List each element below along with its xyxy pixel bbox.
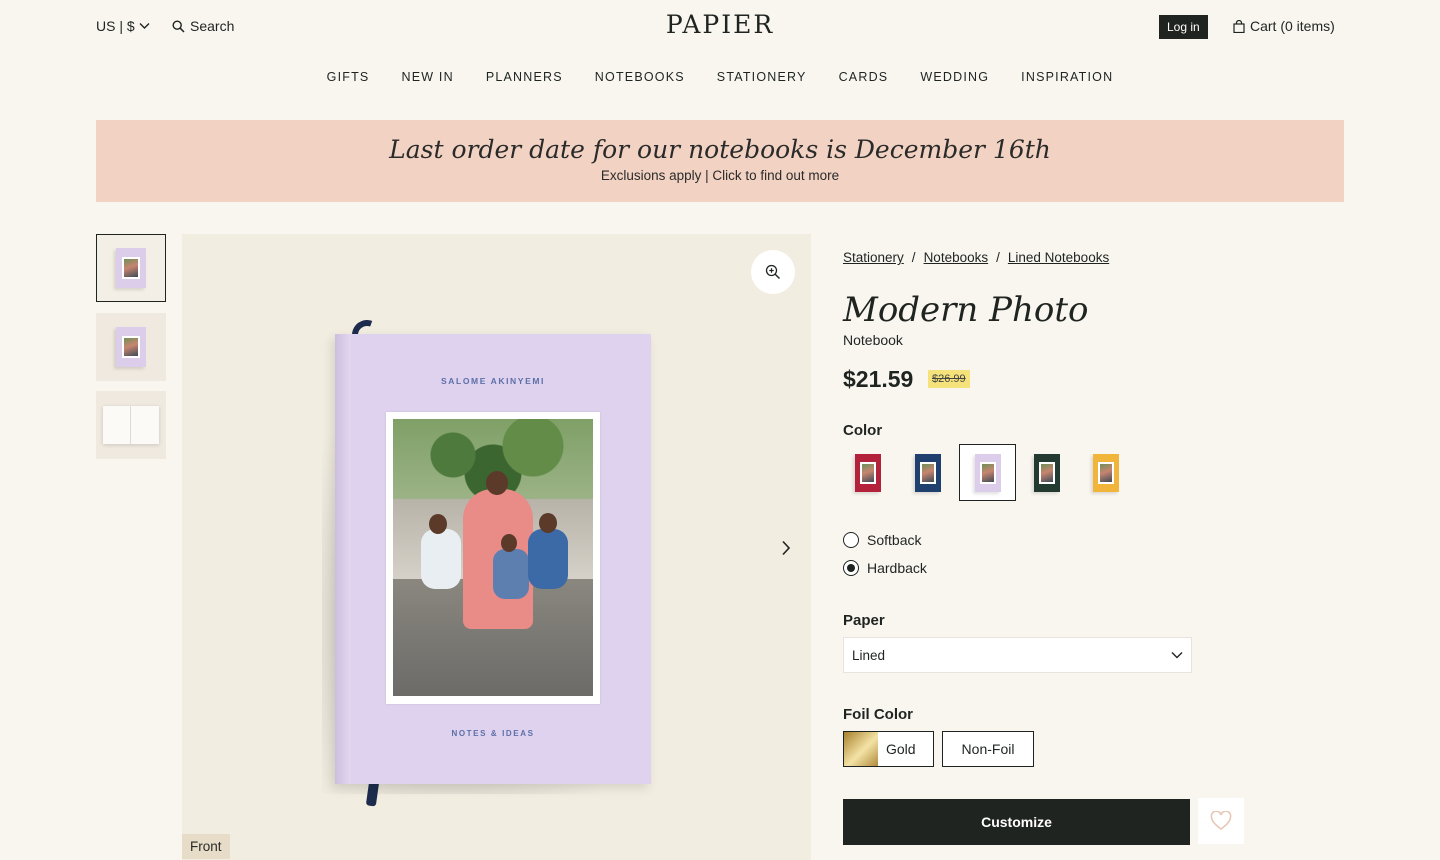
chevron-down-icon [139, 23, 150, 29]
product-subtitle: Notebook [843, 332, 903, 348]
cover-footer: NOTES & IDEAS [451, 729, 535, 738]
breadcrumb: Stationery / Notebooks / Lined Notebooks [843, 250, 1109, 265]
binding-option-softback[interactable]: Softback [843, 532, 921, 548]
heart-icon [1210, 811, 1232, 830]
foil-option-label: Non-Foil [961, 741, 1015, 757]
zoom-in-icon [765, 264, 780, 279]
banner-subtitle: Exclusions apply | Click to find out mor… [600, 168, 840, 183]
search-icon [172, 19, 185, 33]
login-button[interactable]: Log in [1159, 15, 1208, 39]
cover-photo-frame [386, 412, 600, 704]
swatch-image [854, 453, 881, 492]
swatch-image [914, 453, 941, 492]
color-swatch-navy[interactable] [899, 444, 956, 501]
cart-label: Cart (0 items) [1250, 18, 1335, 34]
binding-option-label: Hardback [867, 560, 927, 576]
nav-item-inspiration[interactable]: INSPIRATION [1021, 70, 1113, 84]
breadcrumb-separator: / [996, 250, 1000, 265]
color-swatch-marigold[interactable] [1077, 444, 1134, 501]
search-button[interactable]: Search [172, 18, 234, 34]
product-title: Modern Photo [843, 290, 1089, 330]
nav-item-planners[interactable]: PLANNERS [486, 70, 563, 84]
image-view-label: Front [182, 834, 230, 859]
breadcrumb-lined-notebooks[interactable]: Lined Notebooks [1008, 250, 1109, 265]
locale-label: US | $ [96, 18, 135, 34]
thumbnail-image [116, 248, 146, 288]
color-swatch-forest[interactable] [1018, 444, 1075, 501]
thumbnail-image [103, 406, 159, 444]
paper-select-value: Lined [852, 647, 886, 663]
breadcrumb-stationery[interactable]: Stationery [843, 250, 904, 265]
foil-option-gold[interactable]: Gold [843, 731, 934, 767]
paper-label: Paper [843, 612, 885, 629]
chevron-right-icon [782, 540, 791, 556]
radio-checked [843, 560, 859, 576]
chevron-down-icon [1171, 652, 1183, 659]
thumbnail-image [116, 327, 146, 367]
main-nav: GIFTS NEW IN PLANNERS NOTEBOOKS STATIONE… [0, 70, 1440, 84]
binding-option-label: Softback [867, 532, 922, 548]
thumbnail-open[interactable] [96, 391, 166, 459]
thumbnail-back[interactable] [96, 313, 166, 381]
customize-button[interactable]: Customize [843, 799, 1190, 845]
banner-title: Last order date for our notebooks is Dec… [389, 135, 1051, 164]
zoom-button[interactable] [751, 250, 795, 294]
binding-option-hardback[interactable]: Hardback [843, 560, 927, 576]
nav-item-notebooks[interactable]: NOTEBOOKS [595, 70, 685, 84]
product-image-stage: SALOME AKINYEMI NOTES & IDEAS Front [182, 234, 811, 860]
original-price: $26.99 [928, 370, 970, 388]
breadcrumb-separator: / [911, 250, 916, 265]
nav-item-cards[interactable]: CARDS [839, 70, 889, 84]
nav-item-new-in[interactable]: NEW IN [401, 70, 453, 84]
foil-color-label: Foil Color [843, 706, 913, 723]
color-swatch-lilac[interactable] [959, 444, 1016, 501]
nav-item-gifts[interactable]: GIFTS [327, 70, 370, 84]
paper-select[interactable]: Lined [843, 637, 1192, 673]
top-bar: US | $ Search PAPIER Log in Cart (0 item… [0, 0, 1440, 54]
wishlist-button[interactable] [1198, 798, 1244, 844]
foil-option-label: Gold [886, 741, 916, 757]
bag-icon [1233, 19, 1245, 33]
color-swatch-red[interactable] [839, 444, 896, 501]
cart-button[interactable]: Cart (0 items) [1233, 18, 1335, 34]
swatch-image [1033, 453, 1060, 492]
swatch-image [974, 453, 1001, 492]
swatch-image [1092, 453, 1119, 492]
notebook-cover: SALOME AKINYEMI NOTES & IDEAS [335, 334, 651, 784]
radio-unchecked [843, 532, 859, 548]
nav-item-wedding[interactable]: WEDDING [920, 70, 989, 84]
cover-author: SALOME AKINYEMI [441, 376, 545, 386]
search-label: Search [190, 18, 235, 34]
product-price: $21.59 [843, 366, 914, 392]
foil-option-non-foil[interactable]: Non-Foil [942, 731, 1034, 767]
breadcrumb-notebooks[interactable]: Notebooks [924, 250, 989, 265]
locale-selector[interactable]: US | $ [96, 18, 150, 34]
gold-foil-swatch [844, 732, 878, 766]
cover-photo [393, 419, 593, 696]
nav-item-stationery[interactable]: STATIONERY [717, 70, 807, 84]
next-image-button[interactable] [774, 536, 798, 560]
color-label: Color [843, 422, 883, 439]
thumbnail-front[interactable] [96, 234, 166, 302]
promo-banner[interactable]: Last order date for our notebooks is Dec… [96, 120, 1344, 202]
